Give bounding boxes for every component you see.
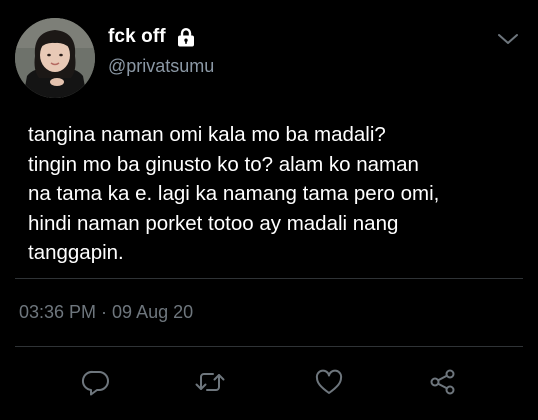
lock-icon (175, 26, 197, 48)
tweet-text: tangina naman omi kala mo ba madali? tin… (28, 123, 440, 264)
reply-icon[interactable] (76, 362, 116, 402)
heart-icon[interactable] (309, 362, 349, 402)
display-name[interactable]: fck off (108, 26, 166, 48)
divider (15, 346, 523, 347)
action-bar (0, 362, 538, 402)
chevron-down-icon[interactable] (496, 30, 520, 48)
tweet-timestamp[interactable]: 03:36 PM · 09 Aug 20 (19, 302, 193, 323)
author-name-row: fck off (108, 25, 197, 49)
author-handle[interactable]: @privatsumu (108, 56, 214, 77)
retweet-icon[interactable] (190, 362, 230, 402)
share-icon[interactable] (423, 362, 463, 402)
divider (15, 278, 523, 279)
tweet-card: fck off @privatsumu tangina naman omi ka… (0, 0, 538, 420)
avatar[interactable] (15, 18, 95, 98)
